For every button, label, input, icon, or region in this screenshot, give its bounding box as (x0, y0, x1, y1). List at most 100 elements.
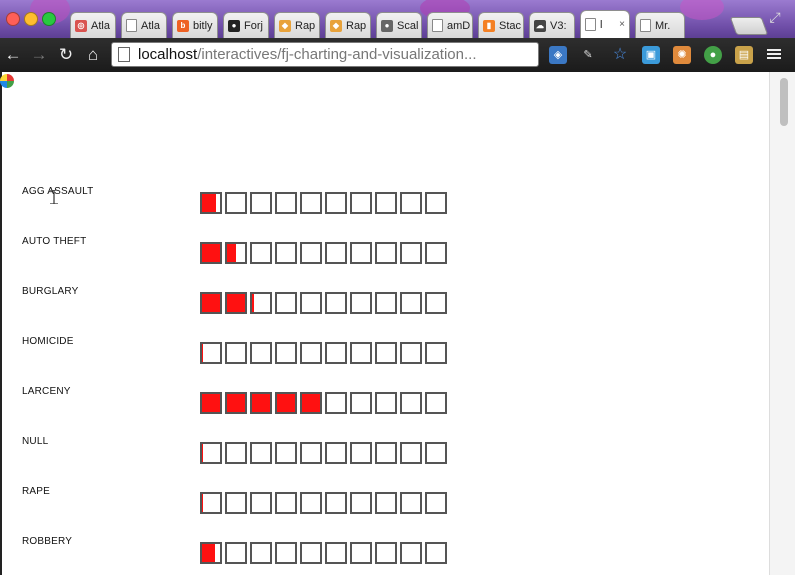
chart-box (300, 242, 322, 264)
chart-box (350, 342, 372, 364)
page-content: AGG ASSAULT AUTO THEFT BURGLARY HOMICIDE LAR… (0, 72, 795, 575)
chart-box (350, 192, 372, 214)
chart-box (250, 342, 272, 364)
toolbox-icon[interactable]: ▤ (735, 46, 753, 64)
crime-category-label: HOMICIDE (22, 336, 74, 347)
chart-box (400, 192, 422, 214)
chart-bar-fill (227, 394, 245, 412)
chart-box (275, 292, 297, 314)
chart-box (325, 192, 347, 214)
reload-button[interactable]: ↻ (55, 44, 77, 66)
tab-title: Forj (244, 19, 263, 32)
browser-tab[interactable]: amD (427, 12, 473, 38)
chart-box (300, 292, 322, 314)
browser-tab-strip: ◎ Atla Atla b bitly ● Forj ◆ Rap ◆ Rap ● Scal amD ▮ Sta… (0, 0, 795, 38)
home-button[interactable]: ⌂ (82, 44, 104, 66)
chart-box (375, 442, 397, 464)
browser-tab[interactable]: ◆ Rap (325, 12, 371, 38)
chart-box (225, 192, 247, 214)
browser-tab[interactable]: ▮ Stac (478, 12, 524, 38)
chart-box (250, 442, 272, 464)
chart-box (200, 542, 222, 564)
url-path: /interactives/fj-charting-and-visualizat… (197, 46, 477, 63)
chart-bar-fill (252, 294, 254, 312)
chart-box (425, 192, 447, 214)
circle-icon: ● (381, 19, 393, 32)
vertical-scrollbar[interactable] (769, 72, 795, 575)
menu-icon[interactable] (767, 47, 781, 61)
browser-tab[interactable]: ◆ Rap (274, 12, 320, 38)
github-icon: ● (228, 19, 240, 32)
butterfly-decoration (680, 0, 724, 20)
chart-box (425, 492, 447, 514)
browser-tab[interactable]: ● Forj (223, 12, 269, 38)
rapportive-icon: ◆ (279, 19, 291, 32)
chart-box (400, 392, 422, 414)
chart-box (350, 242, 372, 264)
address-bar[interactable]: localhost/interactives/fj-charting-and-v… (111, 42, 539, 67)
chart-box (325, 442, 347, 464)
chart-box (425, 292, 447, 314)
chart-box (400, 292, 422, 314)
chart-bar-fill (202, 294, 220, 312)
color-picker-icon[interactable] (0, 74, 14, 88)
chart-bar-fill (227, 294, 245, 312)
chart-box (400, 442, 422, 464)
crime-category-label: AUTO THEFT (22, 236, 87, 247)
pen-icon[interactable]: ✎ (579, 46, 597, 64)
close-tab-icon[interactable]: × (619, 19, 625, 30)
bitly-icon: b (177, 19, 189, 32)
tab-title: V3: (550, 19, 567, 32)
chart-box (250, 192, 272, 214)
scrollbar-thumb[interactable] (780, 78, 788, 126)
text-cursor-icon (50, 190, 58, 204)
page-border (0, 72, 2, 575)
chart-box (300, 342, 322, 364)
chart-box (225, 392, 247, 414)
chart-box (375, 192, 397, 214)
chart-box (325, 292, 347, 314)
chart-bar-fill (252, 394, 270, 412)
screen-capture-icon[interactable]: ▣ (642, 46, 660, 64)
chart-box (325, 542, 347, 564)
browser-tab[interactable]: b bitly (172, 12, 218, 38)
new-tab-button[interactable] (729, 17, 769, 35)
chart-box (275, 242, 297, 264)
chart-box (250, 242, 272, 264)
browser-tab[interactable]: Atla (121, 12, 167, 38)
chart-box (300, 442, 322, 464)
forward-button[interactable]: → (28, 44, 50, 66)
chart-box (350, 492, 372, 514)
chart-box (275, 392, 297, 414)
browser-tab[interactable]: ● Scal (376, 12, 422, 38)
minimize-window-button[interactable] (24, 12, 38, 26)
browser-tab[interactable]: ☁ V3: (529, 12, 575, 38)
close-window-button[interactable] (6, 12, 20, 26)
bookmark-star-icon[interactable]: ☆ (611, 46, 629, 64)
tab-title: l (600, 18, 603, 31)
browser-tab[interactable]: ◎ Atla (70, 12, 116, 38)
tab-title: Mr. (655, 19, 671, 32)
browser-tab[interactable]: Mr. (635, 12, 685, 38)
browser-tab[interactable]: l × (580, 10, 630, 38)
chart-box (275, 492, 297, 514)
chart-box (400, 242, 422, 264)
chart-bar-fill (202, 244, 220, 262)
chart-box (200, 342, 222, 364)
evernote-icon[interactable]: ● (704, 46, 722, 64)
url-host: localhost (138, 46, 198, 63)
chart-box (325, 242, 347, 264)
chart-box (375, 292, 397, 314)
chart-bar-fill (202, 544, 215, 562)
chart-box (300, 192, 322, 214)
fullscreen-icon[interactable]: ⤢ (767, 9, 783, 25)
zoom-window-button[interactable] (42, 12, 56, 26)
tab-title: Atla (91, 19, 110, 32)
chart-box (275, 542, 297, 564)
extension-icon[interactable]: ◈ (549, 46, 567, 64)
chart-box (250, 492, 272, 514)
back-button[interactable]: ← (2, 44, 24, 66)
chart-box (250, 542, 272, 564)
brain-icon[interactable]: ✺ (673, 46, 691, 64)
chart-box (425, 442, 447, 464)
